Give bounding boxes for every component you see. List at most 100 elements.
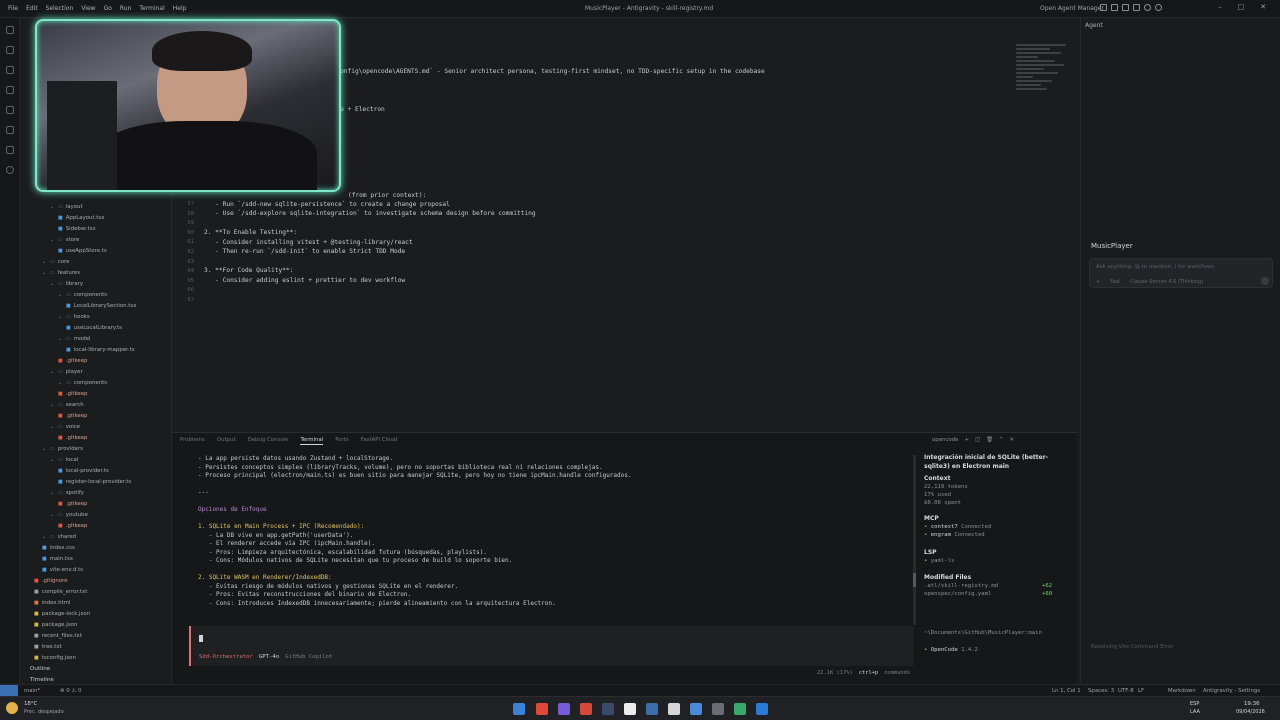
input-region[interactable]: LAA [1190,709,1200,715]
minimize-icon[interactable]: – [1218,3,1222,11]
tab-output[interactable]: Output [217,437,236,445]
file-item[interactable]: ■ compile_error.txt [34,589,87,595]
modified-file[interactable]: .atl/skill-registry.md [924,583,998,589]
errors-warnings[interactable]: ⊗ 0 ⚠ 0 [60,688,81,694]
folder-item[interactable]: ⌄ ▭ providers [42,446,83,452]
file-item[interactable]: ■ useLocalLibrary.ts [66,325,122,331]
folder-item[interactable]: ⌄ ▭ local [50,457,78,463]
close-panel-icon[interactable]: ✕ [1009,437,1014,443]
menu-selection[interactable]: Selection [46,5,74,12]
vscode-icon[interactable] [756,703,768,715]
file-item[interactable]: ■ AppLayout.tsx [58,215,104,221]
clock-date[interactable]: 09/04/2026 [1236,709,1265,715]
file-item[interactable]: ■ .gitkeep [58,435,87,441]
discord-icon[interactable] [558,703,570,715]
folder-item[interactable]: ⌄ ▭ layout [50,204,83,210]
file-item[interactable]: ■ useAppStore.ts [58,248,107,254]
agent-input-placeholder[interactable]: Ask anything, @ to mention, / for workfl… [1096,264,1214,270]
search-view-icon[interactable] [6,46,14,54]
tab-terminal[interactable]: Terminal [300,437,324,445]
folder-item[interactable]: ⌄ ▭ search [50,402,84,408]
menu-file[interactable]: File [8,5,18,12]
brave-icon[interactable] [536,703,548,715]
explorer-icon[interactable] [6,26,14,34]
file-item[interactable]: ■ .gitkeep [58,413,87,419]
toggle-panel-icon[interactable] [1111,4,1118,11]
file-item[interactable]: ■ .gitkeep [58,501,87,507]
file-item[interactable]: ■ .gitkeep [58,358,87,364]
kill-terminal-icon[interactable]: 🗑 [986,437,993,443]
maximize-panel-icon[interactable]: ^ [999,437,1004,443]
file-item[interactable]: ■ main.tsx [42,556,73,562]
indentation[interactable]: Spaces: 3 [1088,688,1114,694]
weather-icon[interactable] [6,702,18,714]
folder-item[interactable]: ⌄ ▭ features [42,270,80,276]
folder-item[interactable]: ⌄ ▭ voice [50,424,80,430]
file-item[interactable]: ■ Sidebar.tsx [58,226,96,232]
menu-run[interactable]: Run [120,5,132,12]
cursor-position[interactable]: Ln 1, Col 1 [1052,688,1081,694]
clock-time[interactable]: 19:36 [1244,701,1260,707]
settings-status[interactable]: Antigravity - Settings [1203,688,1260,694]
file-item[interactable]: ■ LocalLibrarySection.tsx [66,303,136,309]
agent-conversation-item[interactable]: Resolving Vite Command Error [1091,644,1173,650]
agent-tab[interactable]: Agent [1085,22,1103,29]
menu-view[interactable]: View [81,5,95,12]
folder-item[interactable]: ⌄ ▭ youtube [50,512,88,518]
menu-terminal[interactable]: Terminal [139,5,164,12]
terminal-scrollbar[interactable] [913,455,916,625]
terminal-icon[interactable] [734,703,746,715]
tab-debug-console[interactable]: Debug Console [248,437,289,445]
file-item[interactable]: ■ package.json [34,622,77,628]
file-item[interactable]: ■ vite-env.d.ts [42,567,83,573]
modified-file[interactable]: openspec/config.yaml [924,591,991,597]
antigravity-icon[interactable] [712,703,724,715]
end-of-line[interactable]: LF [1138,688,1144,694]
folder-item[interactable]: ⌄ ▭ spotify [50,490,84,496]
run-debug-icon[interactable] [6,86,14,94]
folder-item[interactable]: ⌄ ▭ shared [42,534,76,540]
new-terminal-icon[interactable]: + [964,437,969,443]
terminal-profile[interactable]: opencode [932,437,958,443]
terminal-output[interactable]: - La app persiste datos usando Zustand +… [180,455,910,615]
file-item[interactable]: ■ package-lock.json [34,611,90,617]
file-item[interactable]: ■ register-local-provider.ts [58,479,131,485]
folder-item[interactable]: ⌄ ▭ components [58,380,107,386]
folder-item[interactable]: ⌄ ▭ hooks [58,314,90,320]
send-icon[interactable] [1261,277,1269,285]
folder-item[interactable]: ⌄ ▭ library [50,281,83,287]
minimap[interactable] [1016,42,1072,102]
file-item[interactable]: ■ recent_files.txt [34,633,82,639]
agent-chat-box[interactable]: Ask anything, @ to mention, / for workfl… [1089,258,1273,288]
weather-temp[interactable]: 18°C [24,701,37,707]
obs-icon[interactable] [690,703,702,715]
x-icon[interactable] [624,703,636,715]
menu-go[interactable]: Go [104,5,112,12]
source-control-icon[interactable] [6,66,14,74]
branch-indicator[interactable]: main* [24,688,40,694]
file-item[interactable]: ■ .gitkeep [58,391,87,397]
tab-problems[interactable]: Problems [180,437,205,445]
file-item[interactable]: ■ local-library-mapper.ts [66,347,135,353]
encoding[interactable]: UTF-8 [1118,688,1134,694]
language-mode[interactable]: Markdown [1168,688,1196,694]
split-terminal-icon[interactable]: ◫ [975,437,980,443]
steam-icon[interactable] [602,703,614,715]
menu-edit[interactable]: Edit [26,5,38,12]
account-icon[interactable] [6,166,14,174]
search-icon[interactable] [1144,4,1151,11]
file-item[interactable]: ■ tree.txt [34,644,62,650]
outline-section[interactable]: Outline [30,666,50,672]
add-context-icon[interactable]: + [1096,279,1100,285]
mode-selector[interactable]: Fast [1110,279,1120,285]
file-item[interactable]: ■ .gitignore [34,578,68,584]
settings-icon[interactable] [1155,4,1162,11]
agent-name[interactable]: Sdd-Orchestrator [199,654,253,660]
start-icon[interactable] [513,703,525,715]
store-icon[interactable] [668,703,680,715]
input-language[interactable]: ESP [1190,701,1199,707]
close-icon[interactable]: ✕ [1260,3,1266,11]
tab-fastapi-cloud[interactable]: FastAPI Cloud [361,437,397,445]
maximize-icon[interactable]: □ [1238,3,1245,11]
toggle-sidebar-icon[interactable] [1100,4,1107,11]
